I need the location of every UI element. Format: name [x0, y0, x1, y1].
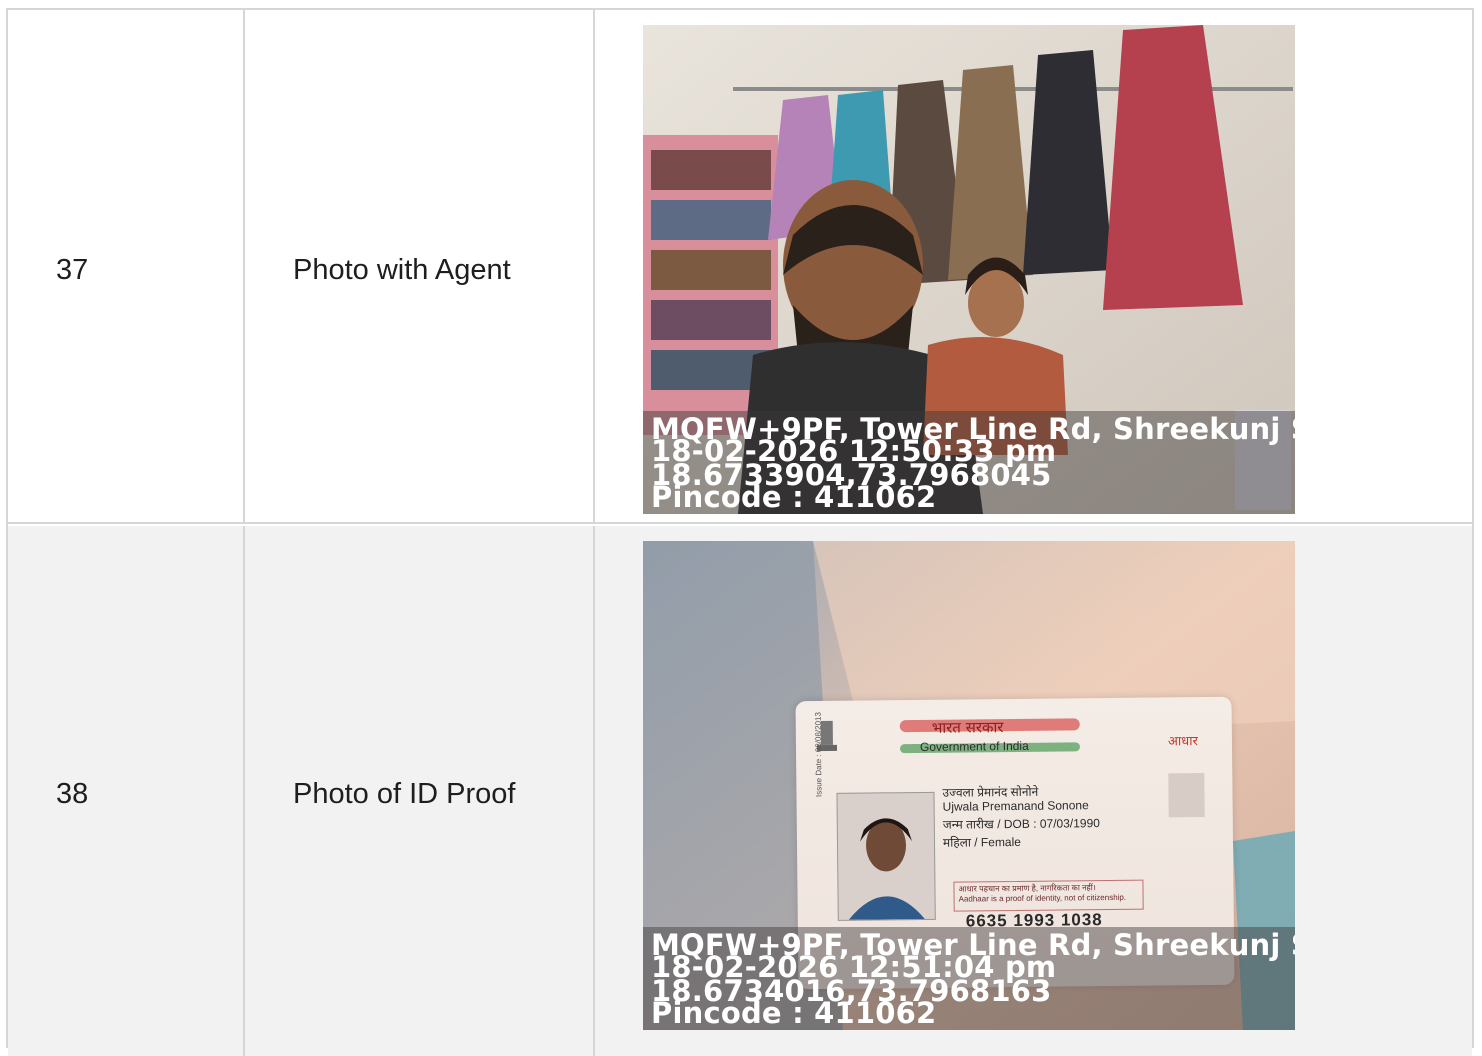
issue-date: Issue Date : 08/08/2013 — [813, 712, 824, 798]
stamp-pincode: Pincode : 411062 — [651, 996, 937, 1030]
card-photo — [836, 791, 936, 921]
row-title: Photo of ID Proof — [293, 778, 516, 810]
card-heading-hindi: भारत सरकार — [931, 718, 1004, 737]
row-photo-cell: MQFW+9PF, Tower Line Rd, Shreekunj S 18-… — [595, 10, 1472, 522]
table-row: 38 Photo of ID Proof भारत सरकार Governme… — [8, 526, 1472, 1056]
geo-stamp: MQFW+9PF, Tower Line Rd, Shreekunj S 18-… — [643, 411, 1295, 514]
row-title-cell: Photo with Agent — [245, 10, 595, 522]
gender: महिला / Female — [942, 834, 1021, 850]
photo-table: 37 Photo with Agent MQFW+9PF, Tower Line… — [6, 8, 1474, 1056]
aadhaar-logo: आधार — [1167, 734, 1198, 750]
row-number-cell: 37 — [8, 10, 245, 522]
card-note: आधार पहचान का प्रमाण है, नागरिकता का नही… — [953, 879, 1144, 912]
stamp-pincode: Pincode : 411062 — [651, 480, 937, 514]
row-title: Photo with Agent — [293, 254, 511, 286]
person-portrait-icon — [848, 818, 925, 920]
card-small-photo — [1168, 773, 1205, 818]
card-heading-english: Government of India — [919, 738, 1029, 754]
id-proof-photo[interactable]: भारत सरकार Government of India आधार Issu… — [643, 541, 1295, 1030]
date-of-birth: जन्म तारीख / DOB : 07/03/1990 — [942, 816, 1100, 832]
row-title-cell: Photo of ID Proof — [245, 526, 595, 1056]
name-english: Ujwala Premanand Sonone — [942, 798, 1089, 814]
geo-stamp: MQFW+9PF, Tower Line Rd, Shreekunj S 18-… — [643, 927, 1295, 1030]
note-english: Aadhaar is a proof of identity, not of c… — [958, 893, 1127, 904]
row-photo-cell: भारत सरकार Government of India आधार Issu… — [595, 526, 1472, 1056]
table-row: 37 Photo with Agent MQFW+9PF, Tower Line… — [8, 10, 1472, 524]
agent-photo[interactable]: MQFW+9PF, Tower Line Rd, Shreekunj S 18-… — [643, 25, 1295, 514]
row-number: 38 — [56, 778, 89, 810]
row-number-cell: 38 — [8, 526, 245, 1056]
row-number: 37 — [56, 254, 89, 286]
